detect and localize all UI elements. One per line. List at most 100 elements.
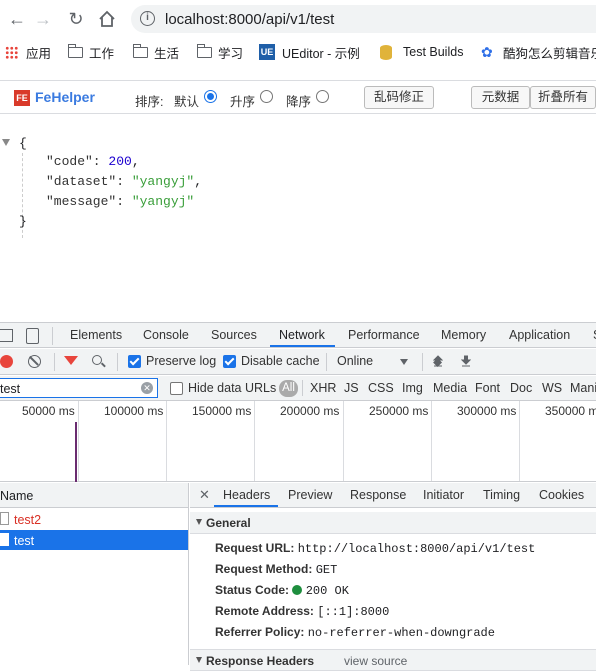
filter-icon[interactable] — [64, 356, 78, 365]
bookmark-test-builds[interactable]: Test Builds — [380, 43, 463, 61]
filter-type-font[interactable]: Font — [475, 381, 500, 395]
timeline-tick-label: 50000 ms — [22, 404, 75, 418]
bookmark-kugou[interactable]: ✿ 酷狗怎么剪辑音乐 — [481, 43, 596, 61]
download-icon[interactable] — [460, 355, 472, 367]
timeline-tick-label: 250000 ms — [369, 404, 429, 418]
info-icon[interactable]: i — [140, 11, 155, 26]
expand-triangle-icon — [196, 519, 202, 525]
record-icon[interactable] — [0, 355, 13, 368]
address-bar-area: ← → ↻ i localhost:8000/api/v1/test — [0, 0, 596, 38]
sort-default-radio[interactable] — [204, 90, 217, 103]
tab-memory[interactable]: Memory — [441, 328, 486, 342]
request-row-test[interactable]: test — [0, 530, 188, 550]
request-name: test — [14, 534, 35, 548]
timeline-tick-label: 300000 ms — [457, 404, 517, 418]
tab-application[interactable]: Application — [509, 328, 570, 342]
folder-icon — [196, 43, 212, 58]
json-string-value: "yangyj" — [131, 194, 195, 209]
details-tabbar: ✕ Headers Preview Response Initiator Tim… — [190, 483, 596, 508]
timeline-gridline — [519, 401, 520, 481]
bookmark-apps[interactable]: 应用 — [5, 43, 51, 61]
database-icon — [380, 44, 392, 60]
view-source-link[interactable]: view source — [344, 654, 407, 668]
bookmark-work[interactable]: 工作 — [67, 43, 114, 61]
preserve-log-checkbox[interactable] — [128, 355, 141, 368]
request-method-row: Request Method: GET — [215, 562, 337, 577]
timeline-gridline — [78, 401, 79, 481]
filter-type-css[interactable]: CSS — [368, 381, 394, 395]
clear-filter-icon[interactable]: ✕ — [141, 382, 153, 394]
sort-default-label: 默认 — [174, 95, 200, 109]
filter-type-xhr[interactable]: XHR — [310, 381, 336, 395]
divider — [326, 353, 327, 371]
file-icon — [0, 533, 9, 546]
metadata-button[interactable]: 元数据 — [471, 86, 530, 109]
disable-cache-checkbox[interactable] — [223, 355, 236, 368]
tab-initiator[interactable]: Initiator — [423, 488, 464, 502]
tab-console[interactable]: Console — [143, 328, 189, 342]
reload-icon[interactable]: ↻ — [64, 7, 88, 31]
filter-type-ws[interactable]: WS — [542, 381, 562, 395]
request-timing-bar — [75, 422, 77, 482]
json-line-dataset: "dataset": "yangyj", — [46, 172, 202, 192]
request-url-value: http://localhost:8000/api/v1/test — [297, 542, 536, 556]
forward-icon[interactable]: → — [31, 7, 55, 31]
clear-icon[interactable] — [28, 355, 41, 368]
timeline-gridline — [431, 401, 432, 481]
inspect-element-icon[interactable] — [0, 329, 13, 342]
active-tab-indicator — [214, 505, 278, 507]
filter-type-media[interactable]: Media — [433, 381, 467, 395]
back-icon[interactable]: ← — [5, 7, 29, 31]
general-section-header[interactable]: General — [190, 512, 596, 534]
tab-performance[interactable]: Performance — [348, 328, 420, 342]
bookmark-label: Test Builds — [403, 45, 464, 59]
tab-cookies[interactable]: Cookies — [539, 488, 584, 502]
upload-icon[interactable] — [432, 355, 444, 367]
chevron-down-icon[interactable] — [400, 359, 408, 365]
folder-icon — [67, 43, 83, 58]
fix-encoding-button[interactable]: 乱码修正 — [364, 86, 434, 109]
filter-type-all[interactable]: All — [279, 380, 298, 397]
request-row-test2[interactable]: test2 — [0, 509, 188, 529]
filter-type-manifest[interactable]: Mani — [570, 381, 596, 395]
collapse-triangle-icon[interactable] — [2, 139, 10, 146]
tab-timing[interactable]: Timing — [483, 488, 520, 502]
response-headers-section-header[interactable]: Response Headers view source — [190, 649, 596, 671]
sort-desc-radio[interactable] — [316, 90, 329, 103]
filter-input[interactable]: test ✕ — [0, 378, 158, 398]
throttling-select[interactable]: Online — [337, 354, 373, 368]
url-bar[interactable]: i localhost:8000/api/v1/test — [131, 5, 596, 33]
sort-desc-label: 降序 — [286, 95, 312, 109]
fehelper-toolbar: FE FeHelper 排序: 默认 升序 降序 乱码修正 元数据 折叠所有 — [0, 80, 596, 114]
tab-elements[interactable]: Elements — [70, 328, 122, 342]
bookmark-study[interactable]: 学习 — [196, 43, 243, 61]
filter-type-doc[interactable]: Doc — [510, 381, 532, 395]
json-key: "code": — [46, 154, 109, 169]
name-column-header[interactable]: Name — [0, 483, 188, 508]
file-icon — [0, 512, 9, 525]
hide-data-urls-checkbox[interactable] — [170, 382, 183, 395]
device-toolbar-icon[interactable] — [26, 328, 39, 344]
timeline-tick-label: 200000 ms — [280, 404, 340, 418]
sort-asc-radio[interactable] — [260, 90, 273, 103]
close-icon[interactable]: ✕ — [199, 487, 210, 503]
url-text: localhost:8000/api/v1/test — [165, 11, 335, 28]
divider — [422, 353, 423, 371]
fold-all-button[interactable]: 折叠所有 — [530, 86, 596, 109]
tab-network[interactable]: Network — [279, 328, 325, 342]
bookmark-life[interactable]: 生活 — [132, 43, 179, 61]
bookmark-ueditor[interactable]: UE UEditor - 示例 — [259, 43, 360, 61]
referrer-policy-value: no-referrer-when-downgrade — [307, 626, 495, 640]
filter-type-js[interactable]: JS — [344, 381, 359, 395]
response-headers-title: Response Headers — [206, 654, 315, 668]
json-number-value: 200 — [108, 154, 132, 169]
tab-preview[interactable]: Preview — [288, 488, 332, 502]
folder-icon — [132, 43, 148, 58]
filter-type-img[interactable]: Img — [402, 381, 423, 395]
timeline-gridline — [343, 401, 344, 481]
tab-sources[interactable]: Sources — [211, 328, 257, 342]
tab-response[interactable]: Response — [350, 488, 406, 502]
home-icon[interactable] — [95, 7, 119, 31]
tab-headers[interactable]: Headers — [223, 488, 270, 502]
timeline-overview[interactable]: 50000 ms 100000 ms 150000 ms 200000 ms 2… — [0, 401, 596, 482]
